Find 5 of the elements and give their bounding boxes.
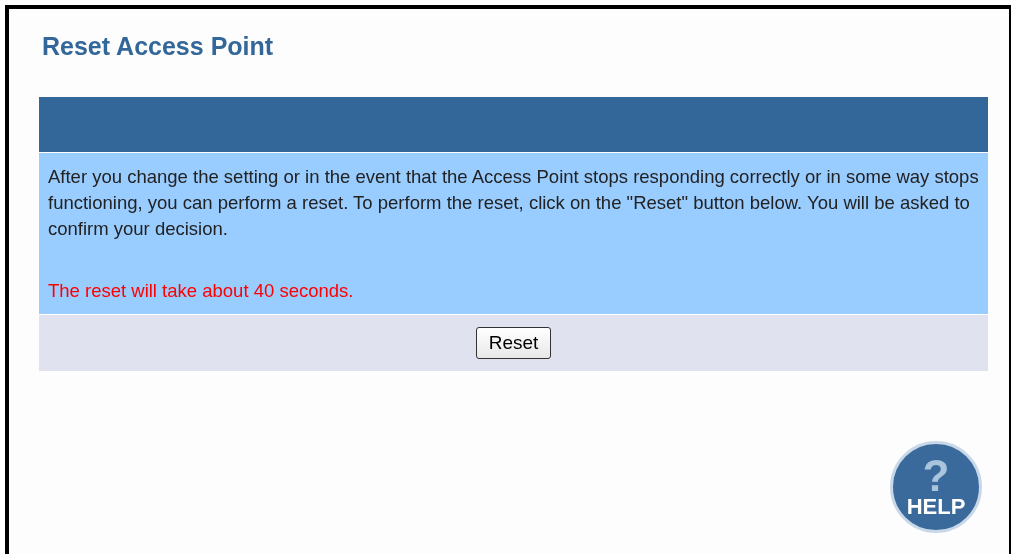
description-text: After you change the setting or in the event that the Access Point stops responding correctly or in some way stops functioning, you can perform a reset. To perform the reset, click on the "Reset" button below. You will be asked to confirm your decision. <box>48 165 979 241</box>
page-title: Reset Access Point <box>42 31 274 61</box>
help-button[interactable]: ? HELP <box>890 441 982 533</box>
warning-text: The reset will take about 40 seconds. <box>48 279 355 303</box>
reset-button[interactable]: Reset <box>475 327 552 359</box>
